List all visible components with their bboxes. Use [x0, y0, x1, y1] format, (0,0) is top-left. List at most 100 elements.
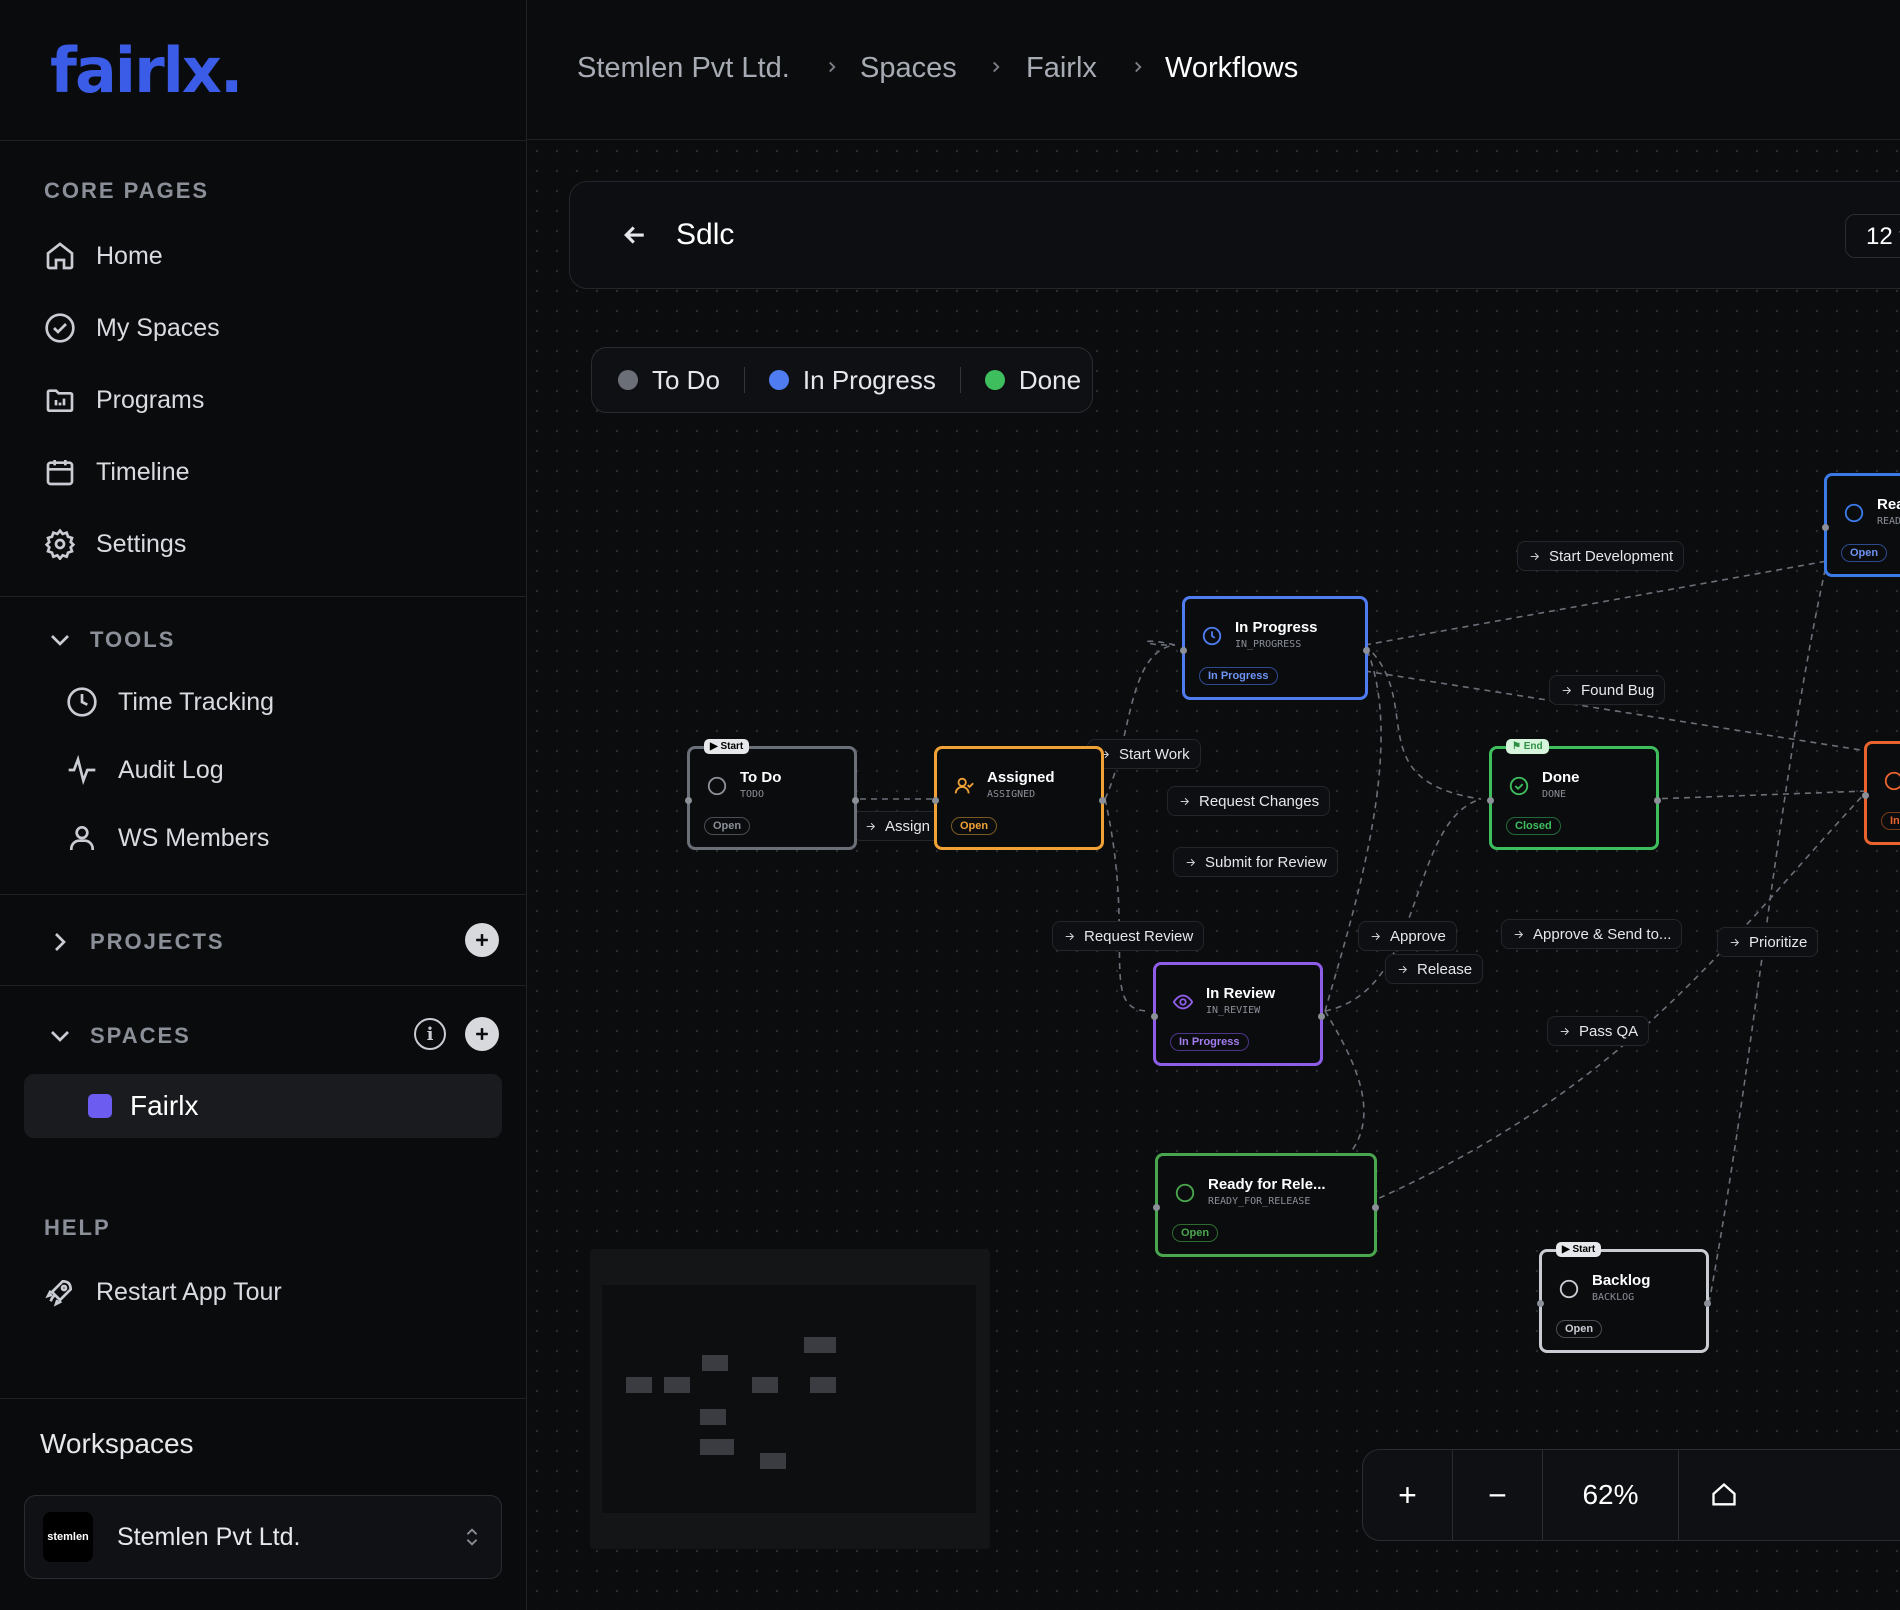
sidebar-item-audit-log[interactable]: Audit Log — [66, 754, 224, 786]
status-node-ready-for-release[interactable]: Ready for Rele... READY_FOR_RELEASE Open — [1153, 1153, 1379, 1257]
workflow-canvas[interactable]: Sdlc 12 t To Do In Progress Done — [527, 141, 1900, 1610]
node-code: IN_REVIEW — [1206, 1005, 1261, 1016]
space-item-fairlx[interactable]: Fairlx — [24, 1074, 502, 1138]
sidebar-item-ws-members[interactable]: WS Members — [66, 822, 269, 854]
plus-icon — [476, 1028, 488, 1040]
transition-approve[interactable]: Approve — [1358, 921, 1457, 951]
status-badge: Closed — [1506, 817, 1561, 835]
check-circle-icon — [45, 313, 75, 343]
sidebar-item-settings[interactable]: Settings — [44, 528, 186, 560]
status-node-done[interactable]: ⚑ End Done DONE Closed — [1487, 739, 1661, 850]
transition-request-review[interactable]: Request Review — [1052, 921, 1205, 951]
chevron-right-icon — [829, 61, 836, 73]
sidebar-divider — [0, 985, 527, 986]
node-title: In Progress — [1235, 619, 1318, 636]
transition-release[interactable]: Release — [1385, 954, 1484, 984]
node-handle[interactable] — [1318, 1013, 1325, 1020]
transition-prioritize[interactable]: Prioritize — [1717, 927, 1819, 957]
node-handle[interactable] — [1862, 792, 1869, 799]
fit-view-button[interactable] — [1679, 1449, 1769, 1541]
transition-found-bug[interactable]: Found Bug — [1549, 675, 1666, 705]
status-node-orange-partial[interactable]: In — [1862, 741, 1900, 845]
minimap-node — [752, 1377, 778, 1393]
transition-request-changes[interactable]: Request Changes — [1167, 786, 1331, 816]
transition-assign[interactable]: Assign — [853, 811, 942, 841]
rocket-icon — [45, 1279, 73, 1307]
add-project-button[interactable] — [465, 923, 499, 957]
transition-label: Found Bug — [1581, 681, 1655, 699]
restart-app-tour-button[interactable]: Restart App Tour — [44, 1276, 282, 1308]
spaces-info-icon[interactable]: i — [414, 1018, 446, 1050]
core-pages-title: CORE PAGES — [44, 178, 210, 203]
sidebar-item-my-spaces[interactable]: My Spaces — [44, 312, 220, 344]
zoom-out-button[interactable]: − — [1453, 1449, 1543, 1541]
sidebar-item-label: Audit Log — [118, 755, 224, 784]
minimap-node — [760, 1453, 786, 1469]
transition-approve-send[interactable]: Approve & Send to... — [1501, 919, 1683, 949]
node-handle[interactable] — [1099, 797, 1106, 804]
sidebar-item-timeline[interactable]: Timeline — [44, 456, 190, 488]
sidebar-item-home[interactable]: Home — [44, 240, 163, 272]
status-node-backlog[interactable]: ▶ Start Backlog BACKLOG Open — [1537, 1242, 1711, 1353]
status-badge: In — [1881, 812, 1900, 830]
breadcrumb-item-workspace[interactable]: Stemlen Pvt Ltd. — [577, 52, 790, 85]
node-handle[interactable] — [1372, 1204, 1379, 1211]
tools-section-toggle[interactable]: TOOLS — [44, 624, 175, 656]
add-space-button[interactable] — [465, 1017, 499, 1051]
sidebar-divider — [0, 1398, 527, 1399]
node-handle[interactable] — [932, 797, 939, 804]
circle-icon — [1884, 771, 1900, 791]
node-code: TODO — [740, 789, 765, 800]
transition-label: Release — [1417, 960, 1473, 978]
edge-inprogress-readytop — [1364, 560, 1828, 646]
sidebar-item-label: WS Members — [118, 823, 270, 852]
minimap[interactable] — [590, 1249, 990, 1549]
home-icon — [46, 242, 74, 270]
node-handle[interactable] — [1151, 1013, 1158, 1020]
chevron-right-icon — [55, 933, 66, 951]
transition-start-development[interactable]: Start Development — [1517, 541, 1685, 571]
status-node-assigned[interactable]: Assigned ASSIGNED Open — [932, 746, 1106, 850]
breadcrumb-item-fairlx[interactable]: Fairlx — [1026, 52, 1097, 85]
node-handle[interactable] — [1153, 1204, 1160, 1211]
node-handle[interactable] — [1487, 797, 1494, 804]
end-tag: ⚑ End — [1506, 739, 1549, 754]
breadcrumb-item-spaces[interactable]: Spaces — [860, 52, 957, 85]
transition-submit-for-review[interactable]: Submit for Review — [1173, 847, 1338, 877]
workspace-name: Stemlen Pvt Ltd. — [117, 1522, 301, 1551]
node-title: To Do — [740, 769, 782, 786]
zoom-in-button[interactable]: + — [1363, 1449, 1453, 1541]
node-code: ASSIGNED — [987, 789, 1036, 800]
status-node-todo[interactable]: ▶ Start To Do TODO Open — [685, 739, 859, 850]
sidebar-item-time-tracking[interactable]: Time Tracking — [66, 686, 274, 718]
projects-section-toggle[interactable]: PROJECTS — [44, 926, 225, 958]
node-handle[interactable] — [1537, 1300, 1544, 1307]
clock-icon — [1202, 626, 1222, 646]
node-handle[interactable] — [1654, 797, 1661, 804]
workspace-switcher[interactable]: stemlen Stemlen Pvt Ltd. — [24, 1495, 502, 1579]
transition-label: Approve & Send to... — [1533, 925, 1672, 943]
circle-icon — [1559, 1279, 1579, 1299]
arrow-right-icon — [1371, 932, 1381, 940]
eye-icon — [1172, 994, 1194, 1010]
transition-pass-qa[interactable]: Pass QA — [1547, 1016, 1650, 1046]
sidebar-item-programs[interactable]: Programs — [44, 384, 204, 416]
minimap-node — [804, 1337, 836, 1353]
node-handle[interactable] — [852, 797, 859, 804]
node-handle[interactable] — [1704, 1300, 1711, 1307]
node-handle[interactable] — [685, 797, 692, 804]
node-handle[interactable] — [1822, 524, 1829, 531]
arrow-right-icon — [1560, 1027, 1570, 1035]
node-handle[interactable] — [1180, 647, 1187, 654]
top-header: Stemlen Pvt Ltd. Spaces Fairlx Workflows — [527, 0, 1900, 140]
status-node-in-progress[interactable]: In Progress IN_PROGRESS In Progress — [1180, 596, 1370, 700]
edge-assigned-review — [1104, 798, 1150, 1012]
node-code: READ — [1877, 516, 1900, 527]
node-handle[interactable] — [1363, 647, 1370, 654]
status-node-in-review[interactable]: In Review IN_REVIEW In Progress — [1151, 962, 1325, 1066]
spaces-section-toggle[interactable]: SPACES — [44, 1020, 191, 1052]
fairlx-logo[interactable]: fairlx. — [50, 34, 243, 107]
transition-start-work[interactable]: Start Work — [1087, 739, 1201, 769]
status-node-ready-partial[interactable]: Rea READ Open — [1822, 473, 1900, 577]
zoom-controls: + − 62% — [1362, 1449, 1900, 1541]
